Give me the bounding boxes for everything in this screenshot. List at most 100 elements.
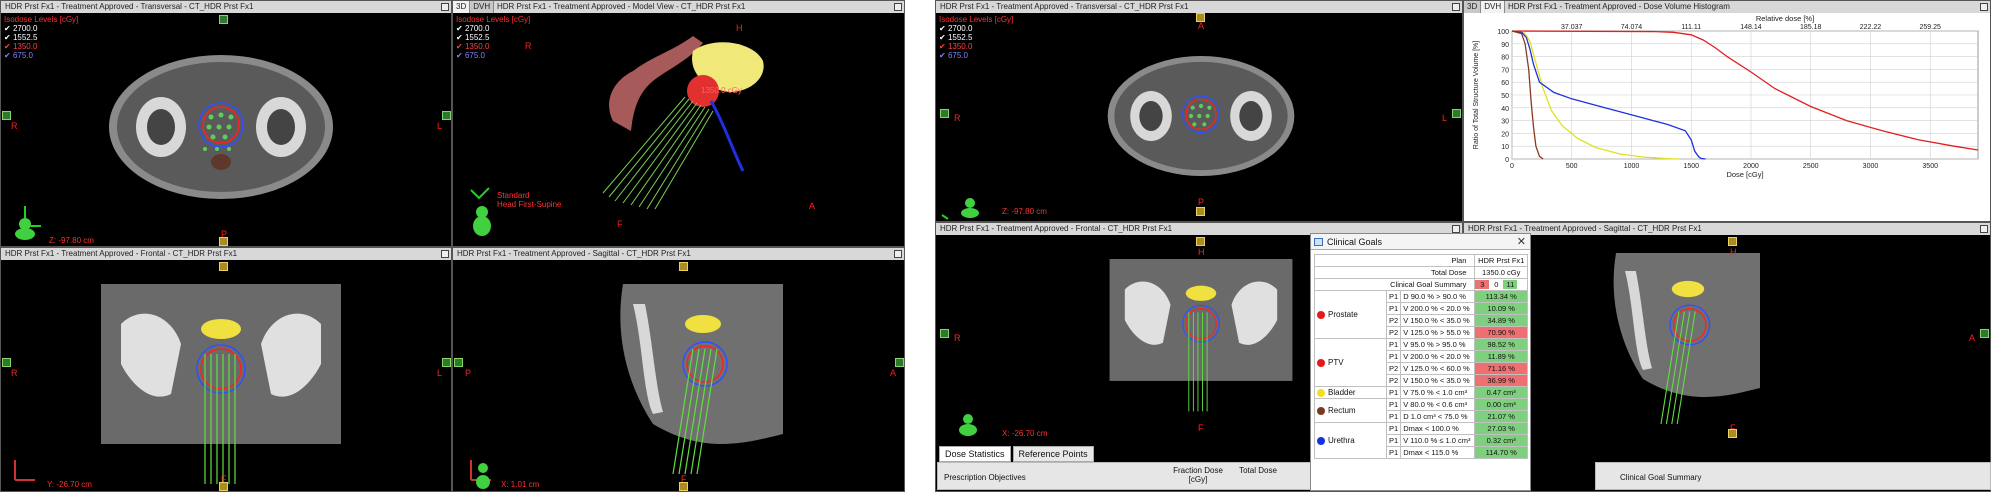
orientation-label-top: A [1198,21,1205,31]
tab-3d[interactable]: 3D [1464,1,1482,13]
goal-row[interactable]: Rectum P1 V 80.0 % < 0.6 cm³ 0.00 cm³ [1314,398,1528,423]
maximize-button[interactable] [894,250,902,258]
viewport-title: HDR Prst Fx1 - Treatment Approved - Fron… [1,248,451,260]
isodose-level: ✔ 1552.5 [456,33,490,42]
sagittal-viewport-right[interactable]: HDR Prst Fx1 - Treatment Approved - Sagi… [1463,222,1991,492]
model-view-viewport[interactable]: HDR Prst Fx1 - Treatment Approved - Mode… [452,0,905,247]
structure-label: Prostate [1328,310,1358,319]
slice-coordinate: Y: -26.70 cm [47,480,92,489]
priority: P2 [1385,326,1402,339]
isodose-legend: Isodose Levels [cGy] ✔ 2700.0 ✔ 1552.5 ✔… [4,15,78,60]
goal-row[interactable]: Urethra P1 Dmax < 100.0 % 27.03 % [1314,422,1528,459]
plane-handle[interactable] [1196,13,1205,22]
x-tick-label: 500 [1566,163,1578,170]
tab-reference-points[interactable]: Reference Points [1012,446,1094,462]
maximize-button[interactable] [1980,225,1988,233]
plane-handle[interactable] [442,358,451,367]
transversal-viewport-left[interactable]: HDR Prst Fx1 - Treatment Approved - Tran… [0,0,452,247]
goal-value: 11.89 % [1474,350,1528,363]
orientation-figure-icon [15,206,41,240]
plan-name: HDR Prst Fx1 [1474,254,1528,267]
x-tick-label: 2000 [1743,163,1759,170]
viewport-title: HDR Prst Fx1 - Treatment Approved - Dose… [1464,1,1990,13]
summary-label: Clinical Goal Summary [1313,278,1476,291]
clinical-goals-window[interactable]: Clinical Goals ✕ Plan HDR Prst Fx1 Total… [1310,233,1531,491]
orientation-label-right: A [1969,333,1976,343]
legend-title: Isodose Levels [cGy] [4,15,79,24]
x2-tick-label: 37.037 [1561,24,1583,31]
plane-handle[interactable] [2,111,11,120]
y-tick-label: 70 [1501,67,1509,74]
goal-row[interactable]: Bladder P1 V 75.0 % < 1.0 cm³ 0.47 cm³ [1314,386,1528,399]
structure-color-icon [1317,358,1325,367]
ct-sagittal-image [620,284,783,475]
goal-objective: D 1.0 cm³ < 75.0 % [1400,410,1476,423]
maximize-button[interactable] [1452,225,1460,233]
structure-name: Bladder [1314,386,1387,399]
plane-handle[interactable] [895,358,904,367]
x-tick-label: 1000 [1624,163,1640,170]
plane-handle[interactable] [940,329,949,338]
goal-row[interactable]: PTV P1 V 95.0 % > 95.0 % 98.52 % [1314,338,1528,387]
plane-handle[interactable] [442,111,451,120]
ct-transversal-image [1107,56,1295,176]
frontal-viewport-left[interactable]: HDR Prst Fx1 - Treatment Approved - Fron… [0,247,452,492]
plane-handle[interactable] [1196,207,1205,216]
maximize-button[interactable] [1452,3,1460,11]
priority: P1 [1385,410,1402,423]
priority: P1 [1385,350,1402,363]
x2-tick-label: 185.18 [1800,24,1822,31]
clinical-goals-titlebar[interactable]: Clinical Goals ✕ [1311,234,1530,250]
legend-title: Isodose Levels [cGy] [939,15,1014,24]
tab-dvh[interactable]: DVH [1481,1,1506,13]
close-icon[interactable]: ✕ [1517,234,1526,250]
plane-handle[interactable] [679,262,688,271]
plane-handle[interactable] [1728,237,1737,246]
3d-model-render [602,36,764,210]
orientation-figure-icon [941,198,979,220]
maximize-button[interactable] [894,3,902,11]
plane-handle[interactable] [219,237,228,246]
plane-handle[interactable] [940,109,949,118]
structure-name: Rectum [1314,398,1387,423]
tab-3d[interactable]: 3D [453,1,471,13]
goal-value: 70.90 % [1474,326,1528,339]
orientation-label-left: P [465,368,472,378]
viewport-title: HDR Prst Fx1 - Treatment Approved - Tran… [936,1,1462,13]
goal-value: 114.70 % [1474,446,1528,459]
clinical-goals-icon [1314,238,1323,246]
fraction-dose-label: Fraction Dose [cGy] [1173,466,1223,484]
transversal-viewport-right[interactable]: HDR Prst Fx1 - Treatment Approved - Tran… [935,0,1463,222]
maximize-button[interactable] [441,3,449,11]
goal-objective: V 80.0 % < 0.6 cm³ [1400,398,1476,411]
plane-handle[interactable] [219,482,228,491]
tab-dvh[interactable]: DVH [470,1,495,13]
orientation-label-bottom: F [1198,423,1204,433]
sagittal-viewport-left[interactable]: HDR Prst Fx1 - Treatment Approved - Sagi… [452,247,905,492]
viewport-title: HDR Prst Fx1 - Treatment Approved - Sagi… [1464,223,1990,235]
plane-handle[interactable] [454,358,463,367]
dvh-chart[interactable]: 01020304050607080901000 500 1000 1500 2000 25… [1464,13,1990,221]
plane-handle[interactable] [219,262,228,271]
plane-handle[interactable] [1452,109,1461,118]
maximize-button[interactable] [1980,3,1988,11]
slice-coordinate: X: 1.01 cm [501,480,540,489]
plane-handle[interactable] [1728,429,1737,438]
orientation-label-top: H [1198,247,1205,257]
orientation-label-left: R [954,333,961,343]
tab-dose-statistics[interactable]: Dose Statistics [939,446,1011,462]
plane-handle[interactable] [219,15,228,24]
plane-handle[interactable] [2,358,11,367]
isodose-level: ✔ 675.0 [456,51,485,60]
goal-row[interactable]: Prostate P1 D 90.0 % > 90.0 % 113.34 % [1314,290,1528,339]
plane-handle[interactable] [1980,329,1989,338]
plane-handle[interactable] [679,482,688,491]
dvh-viewport[interactable]: HDR Prst Fx1 - Treatment Approved - Dose… [1463,0,1991,222]
goal-objective: V 110.0 % ≤ 1.0 cm³ [1400,434,1476,447]
goal-objective: Dmax < 100.0 % [1400,422,1476,435]
y-tick-label: 80 [1501,55,1509,62]
structure-color-icon [1317,406,1325,415]
maximize-button[interactable] [441,250,449,258]
ct-frontal-image [101,284,341,484]
plane-handle[interactable] [1196,237,1205,246]
